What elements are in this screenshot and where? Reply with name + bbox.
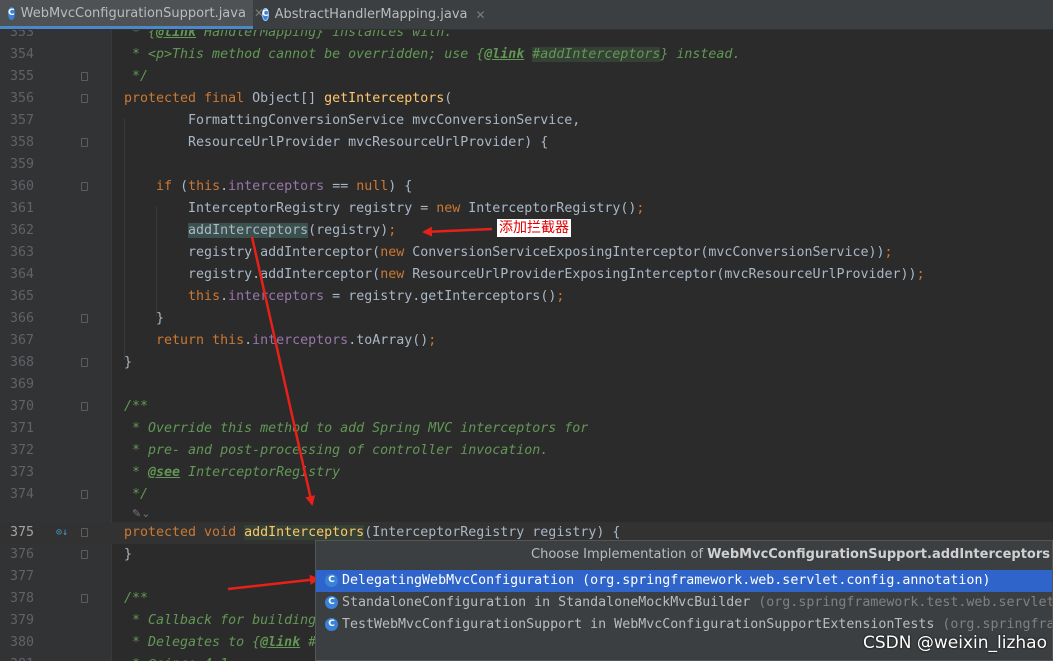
implementation-item[interactable]: C StandaloneConfiguration in StandaloneMo… (316, 592, 1052, 614)
implementation-item[interactable]: C DelegatingWebMvcConfiguration (org.spri… (316, 570, 1052, 592)
class-icon: C (325, 595, 338, 609)
implementation-package: (org.springframework.web.servlet.config.… (574, 573, 991, 588)
implementation-name: StandaloneConfiguration in StandaloneMoc… (342, 595, 751, 610)
watermark: CSDN @weixin_lizhao (863, 633, 1047, 653)
implementation-package: (org.springframework.web.servlet.config.… (942, 617, 1052, 632)
implementation-name: DelegatingWebMvcConfiguration (342, 573, 575, 588)
arrow-to-override (250, 236, 316, 506)
popup-title: Choose Implementation of WebMvcConfigura… (531, 547, 1050, 562)
arrow-to-implementation (227, 574, 320, 591)
class-icon: C (325, 617, 338, 631)
implementation-package: (org.springframework.test.web.servlet.se… (758, 595, 1052, 610)
arrow-to-call (422, 226, 493, 237)
implementation-name: TestWebMvcConfigurationSupport in WebMvc… (342, 617, 935, 632)
class-icon: C (325, 573, 338, 587)
